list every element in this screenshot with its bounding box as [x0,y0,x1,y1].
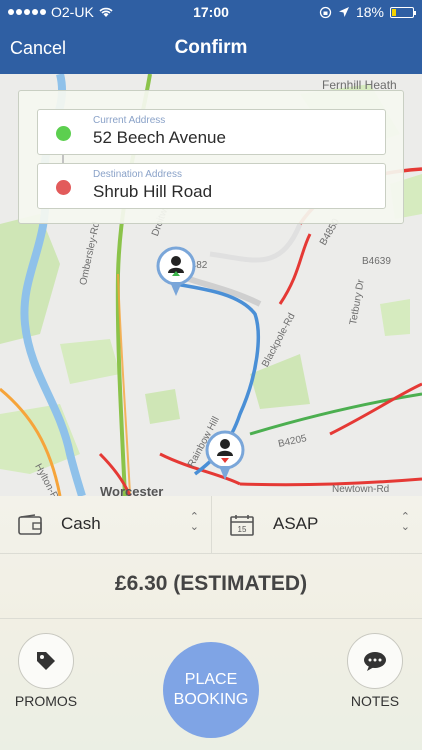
current-address-field[interactable]: Current Address 52 Beech Avenue [37,109,386,155]
destination-dot-icon [56,180,71,195]
destination-address-label: Destination Address [93,169,182,180]
nav-bar: Cancel Confirm [0,34,422,64]
rotation-lock-icon [319,6,332,18]
place-booking-button[interactable]: PLACE BOOKING [163,642,259,738]
destination-address-field[interactable]: Destination Address Shrub Hill Road [37,163,386,209]
address-card: Current Address 52 Beech Avenue Destinat… [18,90,404,224]
dropoff-pin[interactable] [205,430,245,482]
dropoff-pin-icon [205,430,245,480]
tag-icon [37,652,55,670]
calendar-day: 15 [238,525,247,534]
origin-dot-icon [56,126,71,141]
current-address-label: Current Address [93,115,166,126]
payment-method: Cash [61,514,101,533]
map-label-worcester: Worcester [100,484,164,496]
place-booking-line2: BOOKING [173,691,249,708]
promos-button[interactable] [18,633,74,689]
place-booking-line1: PLACE [184,671,238,688]
payment-selector[interactable]: Cash ⌃ ⌄ [0,496,211,554]
time-selector[interactable]: 15 ASAP ⌃ ⌄ [211,496,422,554]
map-label-newtown: Newtown-Rd [332,484,390,495]
notes-button[interactable] [347,633,403,689]
wallet-icon [18,514,42,535]
pickup-pin-icon [156,246,196,296]
chat-bubble-icon [364,652,386,671]
map-label-b4639: B4639 [362,256,391,267]
pickup-pin[interactable] [156,246,196,298]
battery-percent: 18% [355,4,384,20]
status-right: 18% [319,4,416,20]
options-row: Cash ⌃ ⌄ 15 ASAP ⌃ ⌄ [0,496,422,554]
updown-chevron-icon: ⌃ ⌄ [400,511,410,533]
status-bar: O2-UK 17:00 18% [0,0,422,24]
location-arrow-icon [338,7,349,17]
current-address-value: 52 Beech Avenue [93,128,226,147]
top-bar: O2-UK 17:00 18% Cancel Confirm [0,0,422,74]
estimated-price: £6.30 (ESTIMATED) [114,572,308,595]
battery-fill [392,8,396,16]
destination-address-value: Shrub Hill Road [93,182,213,201]
cancel-button[interactable]: Cancel [10,38,66,59]
divider [0,618,422,619]
updown-chevron-icon: ⌃ ⌄ [189,511,199,533]
promos-label: PROMOS [14,693,78,709]
pickup-time: ASAP [273,514,319,533]
battery-icon [390,6,416,18]
calendar-icon: 15 [230,515,254,536]
notes-label: NOTES [350,693,400,709]
